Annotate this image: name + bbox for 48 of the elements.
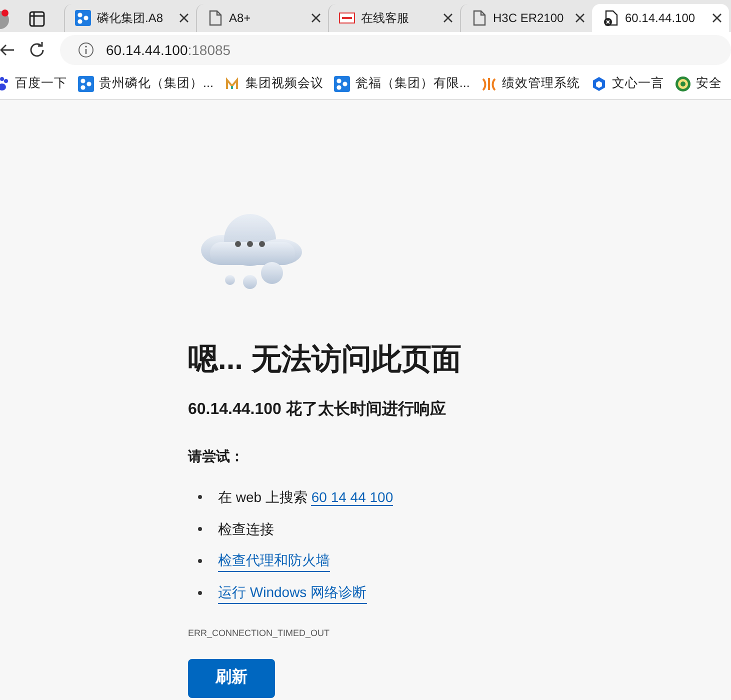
browser-tab[interactable]: 60.14.44.100 — [592, 4, 729, 32]
close-icon[interactable] — [443, 13, 453, 23]
close-icon[interactable] — [311, 13, 321, 23]
bullet — [198, 591, 202, 595]
error-code: ERR_CONNECTION_TIMED_OUT — [188, 627, 331, 640]
bookmark[interactable]: 瓮福（集团）有限... — [334, 74, 470, 93]
m-logo-icon — [224, 76, 240, 92]
bookmark[interactable]: 文心一言 — [590, 74, 664, 93]
app-icon — [78, 76, 94, 92]
app-icon — [75, 10, 91, 26]
error-page-icon — [603, 10, 619, 26]
suggestion-text: 检查连接 — [218, 520, 274, 538]
tab-title: A8+ — [229, 10, 252, 27]
page-icon — [207, 10, 223, 26]
close-icon[interactable] — [179, 13, 189, 23]
address-bar[interactable]: 60.14.44.100:18085 — [60, 35, 731, 65]
suggestion-text: 在 web 上搜索 60 14 44 100 — [218, 488, 394, 508]
close-icon[interactable] — [575, 13, 585, 23]
suggestion-link[interactable]: 检查代理和防火墙 — [218, 550, 330, 572]
error-message: 60.14.44.100 花了太长时间进行响应 — [188, 399, 447, 420]
error-title: 嗯... 无法访问此页面 — [188, 342, 462, 378]
tab-title: H3C ER2100 — [493, 10, 565, 27]
bullet — [198, 495, 202, 499]
bookmark[interactable]: 贵州磷化（集团）... — [78, 74, 214, 93]
suggestion-link[interactable]: 运行 Windows 网络诊断 — [218, 582, 367, 604]
curves-logo-icon — [480, 76, 497, 92]
bookmark[interactable]: 集团视频会议 — [224, 74, 324, 93]
bullet — [198, 559, 202, 563]
url-text: 60.14.44.100:18085 — [106, 40, 231, 60]
seal-icon — [674, 76, 691, 92]
app-icon — [334, 76, 350, 92]
suggestions-heading: 请尝试： — [188, 447, 245, 466]
bookmark[interactable]: 安全 — [674, 74, 722, 93]
hexagon-icon — [590, 76, 607, 92]
tab-title: 60.14.44.100 — [625, 10, 696, 27]
back-icon[interactable] — [0, 42, 14, 58]
suggestion-link[interactable]: 60 14 44 100 — [311, 488, 394, 506]
bookmark[interactable]: 百度一下 — [0, 74, 67, 93]
logo-icon — [339, 10, 355, 26]
bookmark[interactable]: 绩效管理系统 — [480, 74, 580, 93]
refresh-button[interactable]: 刷新 — [188, 658, 275, 698]
info-icon[interactable] — [78, 42, 94, 58]
bullet — [198, 527, 202, 531]
page-icon — [471, 10, 487, 26]
close-icon[interactable] — [712, 13, 722, 23]
tab-title: 在线客服 — [361, 10, 410, 27]
refresh-icon[interactable] — [28, 41, 46, 59]
tab-title: 磷化集团.A8 — [97, 10, 164, 27]
